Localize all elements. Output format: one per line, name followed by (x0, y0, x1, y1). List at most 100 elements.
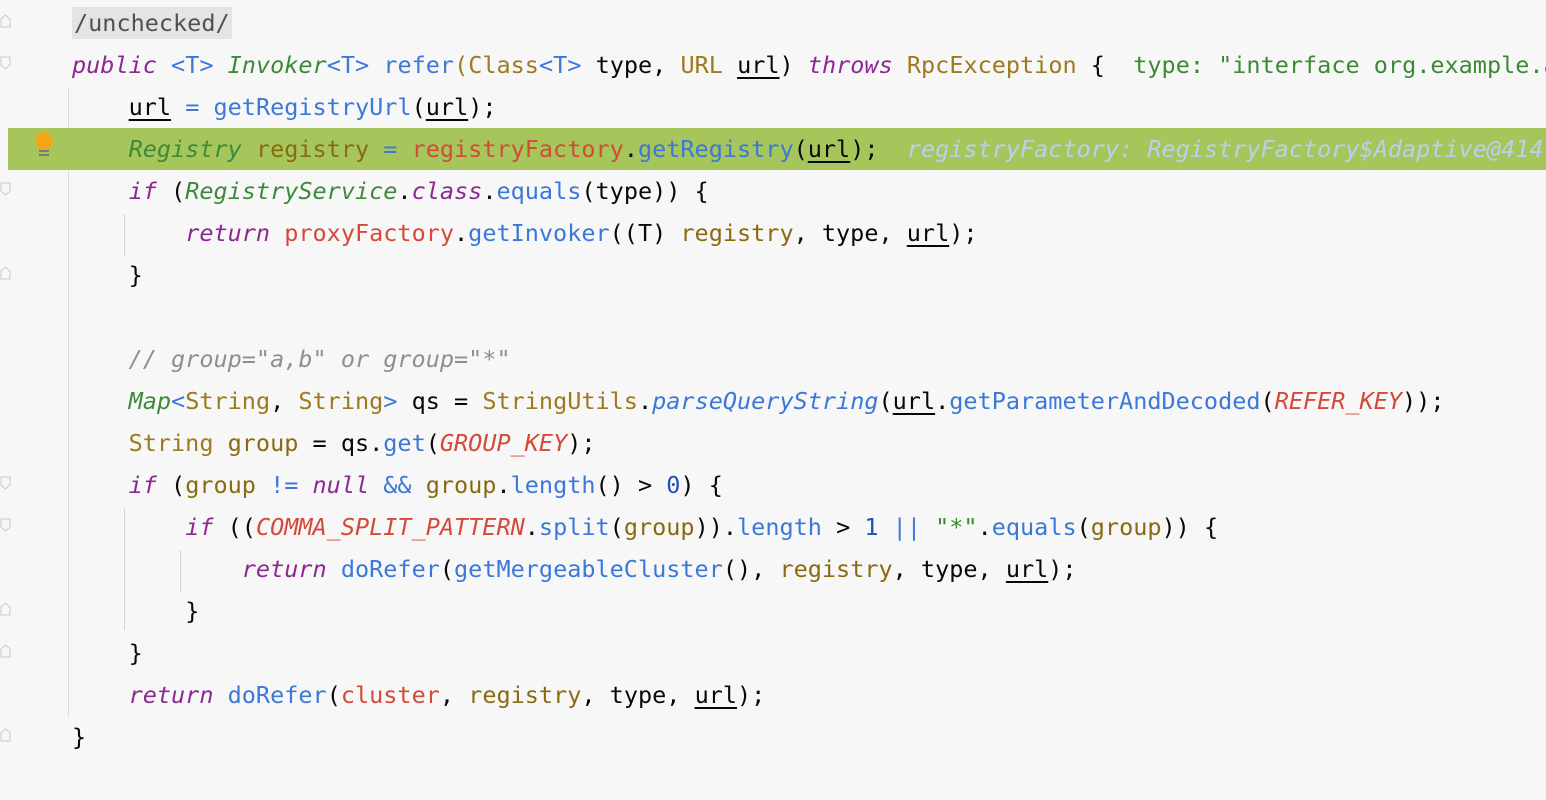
code-token: ) { (680, 471, 723, 499)
code-token: )); (1402, 387, 1445, 415)
code-token: 0 (666, 471, 681, 499)
code-line[interactable]: /unchecked/ (0, 2, 1546, 44)
code-token: GROUP_KEY (439, 429, 568, 457)
inline-debug-value: registryFactory: RegistryFactory$Adaptiv… (906, 135, 1546, 163)
code-token: . (454, 219, 469, 247)
code-token: getParameterAndDecoded (949, 387, 1261, 415)
code-token: <T> (171, 51, 214, 79)
code-line[interactable]: } (0, 254, 1546, 296)
code-token: . (637, 387, 653, 415)
code-line[interactable]: url = getRegistryUrl(url); (0, 86, 1546, 128)
code-token: parseQueryString (652, 387, 879, 415)
code-token: length (737, 513, 822, 541)
code-token: registry (779, 555, 893, 583)
code-token: ); (468, 93, 497, 121)
lightbulb-icon[interactable] (33, 131, 55, 165)
code-token: > (821, 513, 865, 541)
code-token: qs = (397, 387, 483, 415)
code-token: doRefer (227, 681, 327, 709)
code-text: /unchecked/ (72, 2, 232, 44)
code-token: ( (793, 135, 808, 163)
code-token: throws (807, 51, 893, 79)
code-token: (), (722, 555, 780, 583)
code-line[interactable]: return doRefer(cluster, registry, type, … (0, 674, 1546, 716)
code-token: , type, (793, 219, 907, 247)
code-token: ( (1260, 387, 1275, 415)
code-token: REFER_KEY (1274, 387, 1403, 415)
code-token: ); (949, 219, 978, 247)
code-token: group (1090, 513, 1162, 541)
code-token: ); (737, 681, 766, 709)
code-token: . (496, 471, 511, 499)
code-token: ( (425, 429, 440, 457)
code-token: } (128, 261, 143, 289)
code-token: null (312, 471, 370, 499)
code-token: . (977, 513, 992, 541)
code-token: URL (680, 51, 723, 79)
code-token: , type, (892, 555, 1006, 583)
code-token: ( (609, 513, 624, 541)
code-text: return doRefer(getMergeableCluster(), re… (72, 548, 1077, 590)
code-token: return (128, 681, 214, 709)
code-line[interactable]: return doRefer(getMergeableCluster(), re… (0, 548, 1546, 590)
code-token: String (185, 387, 271, 415)
code-token: return (241, 555, 327, 583)
code-token: , type, (581, 681, 695, 709)
code-token: getRegistry (637, 135, 794, 163)
code-token: url (425, 93, 469, 121)
inline-debug-hint: type: "interface org.example.ap (1133, 51, 1546, 79)
code-token: . (482, 177, 497, 205)
code-text: String group = qs.get(GROUP_KEY); (72, 422, 596, 464)
code-token: registry (255, 135, 370, 163)
code-token: . (623, 135, 638, 163)
code-token: split (538, 513, 610, 541)
code-token: url (1005, 555, 1049, 583)
code-token: > (383, 387, 398, 415)
code-line[interactable]: // group="a,b" or group="*" (0, 338, 1546, 380)
code-line[interactable]: } (0, 632, 1546, 674)
code-token: || (878, 513, 936, 541)
code-token: public (72, 51, 157, 79)
code-line[interactable]: } (0, 716, 1546, 758)
code-token: = (369, 135, 412, 163)
code-line[interactable]: String group = qs.get(GROUP_KEY); (0, 422, 1546, 464)
code-line[interactable]: if (RegistryService.class.equals(type)) … (0, 170, 1546, 212)
code-line[interactable]: return proxyFactory.getInvoker((T) regis… (0, 212, 1546, 254)
code-token: () > (595, 471, 667, 499)
code-token: getMergeableCluster (454, 555, 723, 583)
code-token: ( (156, 177, 186, 205)
code-line[interactable]: if ((COMMA_SPLIT_PATTERN.split(group)).l… (0, 506, 1546, 548)
code-line[interactable]: public <T> Invoker<T> refer(Class<T> typ… (0, 44, 1546, 86)
code-token: StringUtils (482, 387, 638, 415)
code-token: RegistryService (185, 177, 398, 205)
code-token: type, (581, 51, 681, 79)
code-token: ); (850, 135, 907, 163)
code-line[interactable]: } (0, 590, 1546, 632)
code-token: 1 (864, 513, 879, 541)
code-token: return (185, 219, 271, 247)
code-token: url (807, 135, 851, 163)
code-token: doRefer (340, 555, 440, 583)
code-token: Registry (128, 135, 242, 163)
execution-line-highlight[interactable]: Registry registry = registryFactory.getR… (8, 128, 1546, 170)
code-token: = qs. (298, 429, 384, 457)
code-token: "*" (935, 513, 978, 541)
code-token: registry (468, 681, 582, 709)
code-line[interactable]: if (group != null && group.length() > 0)… (0, 464, 1546, 506)
code-token: ( (411, 93, 426, 121)
code-text: Map<String, String> qs = StringUtils.par… (72, 380, 1445, 422)
code-token: getInvoker (468, 219, 610, 247)
code-token: get (383, 429, 426, 457)
code-token: Invoker (227, 51, 327, 79)
code-token: Map (128, 387, 172, 415)
code-token: class (411, 177, 483, 205)
code-text: } (72, 590, 199, 632)
code-token: proxyFactory (284, 219, 455, 247)
code-line[interactable]: Map<String, String> qs = StringUtils.par… (0, 380, 1546, 422)
code-token: <T> (538, 51, 582, 79)
code-text: if (group != null && group.length() > 0)… (72, 464, 723, 506)
code-token: (( (213, 513, 256, 541)
code-token: group (425, 471, 497, 499)
code-token: ( (156, 471, 186, 499)
